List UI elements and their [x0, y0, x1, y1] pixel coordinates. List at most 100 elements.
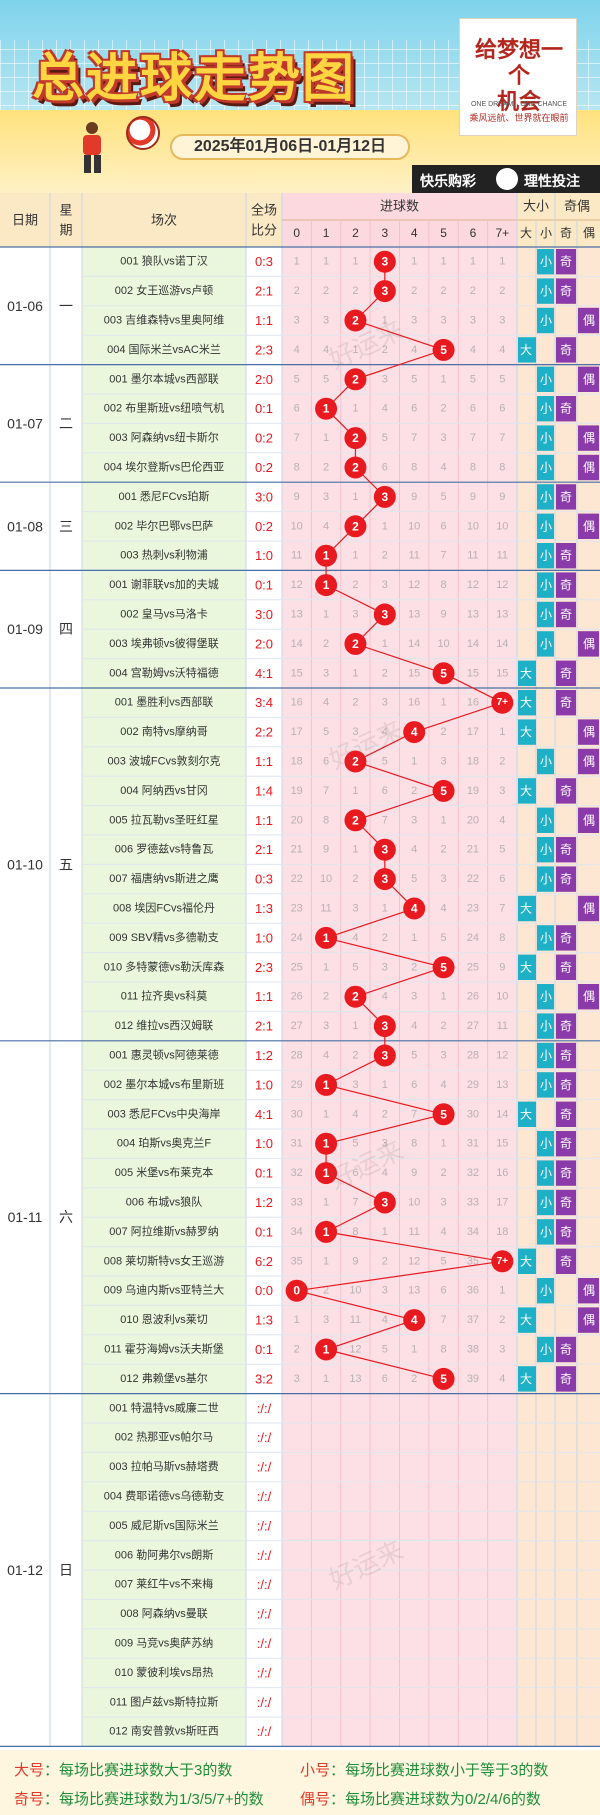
goal-point-label-27: 3 [381, 1049, 388, 1063]
goal-miss-count: 10 [496, 520, 508, 532]
goal-miss-count: 1 [323, 1108, 329, 1120]
brand-right-text: 理性投注 [524, 173, 580, 189]
goal-miss-count: 11 [291, 550, 302, 562]
odd-mark-label: 奇 [560, 843, 572, 857]
goal-miss-count: 2 [499, 756, 505, 768]
goal-miss-count: 13 [291, 609, 303, 621]
table-row-score: 1:1 [255, 754, 273, 769]
goal-miss-count: 10 [408, 520, 420, 532]
goal-miss-count: 14 [467, 638, 479, 650]
goal-miss-count: 2 [323, 285, 329, 297]
table-row-score: 2:0 [255, 636, 273, 651]
goal-miss-count: 2 [470, 285, 476, 297]
goal-miss-count: 1 [323, 961, 329, 973]
small-mark-label: 小 [540, 1166, 552, 1180]
goal-miss-count: 2 [441, 1167, 447, 1179]
odd-mark-label: 奇 [560, 1196, 572, 1210]
goal-point-label-34: 7+ [497, 1256, 509, 1267]
goal-miss-count: 21 [291, 844, 303, 856]
goal-point-label-10: 1 [323, 549, 330, 563]
table-row-match: 010 多特蒙德vs勒沃库森 [104, 959, 224, 973]
header-score-2: 比分 [251, 223, 277, 238]
goal-point-label-3: 5 [440, 343, 447, 357]
table-row-match: 005 威尼斯vs国际米兰 [109, 1519, 218, 1532]
goal-miss-count: 4 [411, 844, 417, 856]
goal-miss-count: 7 [352, 1197, 358, 1209]
table-row-match: 011 拉齐奥vs科莫 [121, 989, 208, 1003]
goal-miss-count: 20 [467, 814, 479, 826]
goal-miss-count: 3 [499, 315, 505, 327]
big-mark-label: 大 [520, 666, 532, 680]
table-row-score: 0:2 [255, 460, 273, 475]
goal-miss-count: 11 [497, 1020, 508, 1032]
big-mark-label: 大 [520, 1313, 532, 1327]
goal-miss-count: 1 [323, 1255, 329, 1267]
odd-mark-label: 奇 [560, 608, 572, 622]
small-mark-label: 小 [540, 1078, 552, 1092]
page-title: 总进球走势图 [32, 49, 357, 109]
table-row-score: :/:/ [257, 1430, 272, 1445]
day-date-0: 01-06 [7, 298, 43, 314]
goal-point-label-36: 4 [411, 1313, 418, 1327]
goal-miss-count: 9 [499, 961, 505, 973]
table-row-score: 0:1 [255, 578, 273, 593]
goal-miss-count: 7 [411, 1108, 417, 1120]
odd-mark-label: 奇 [560, 1372, 572, 1386]
goal-miss-count: 2 [382, 550, 388, 562]
slogan-card: 给梦想一个 机会 ONE DREAM、ONE CHANCE 乘风远航、世界就在眼… [459, 18, 577, 136]
goal-miss-count: 1 [323, 1197, 329, 1209]
goal-miss-count: 9 [323, 844, 329, 856]
header-banner: 总进球走势图 2025年01月06日-01月12日 给梦想一个 机会 ONE D… [0, 0, 600, 193]
goal-miss-count: 27 [467, 1020, 479, 1032]
goal-miss-count: 11 [350, 1314, 361, 1326]
table-row-score: :/:/ [257, 1548, 272, 1563]
goal-miss-count: 12 [291, 579, 303, 591]
goal-miss-count: 3 [323, 315, 329, 327]
even-mark-label: 偶 [583, 755, 595, 769]
goal-miss-count: 3 [382, 961, 388, 973]
small-mark-label: 小 [540, 1225, 552, 1239]
goal-miss-count: 3 [441, 315, 447, 327]
goal-miss-count: 12 [408, 1255, 420, 1267]
small-mark-label: 小 [540, 490, 552, 504]
table-row-match: 005 米堡vs布莱克本 [115, 1165, 213, 1179]
legend-big: 大号：每场比赛进球数大于3的数 [14, 1759, 232, 1780]
goal-miss-count: 2 [441, 844, 447, 856]
goal-miss-count: 34 [467, 1226, 479, 1238]
goal-miss-count: 5 [323, 373, 329, 385]
header-small: 小 [540, 226, 552, 240]
table-row-score: :/:/ [257, 1577, 272, 1592]
goal-miss-count: 4 [352, 1108, 358, 1120]
goal-point-label-24: 5 [440, 960, 447, 974]
odd-mark-label: 奇 [560, 1137, 572, 1151]
goal-miss-count: 12 [408, 579, 420, 591]
header-weekday-1: 星 [59, 203, 72, 218]
goal-miss-count: 5 [411, 1050, 417, 1062]
goal-miss-count: 29 [291, 1079, 303, 1091]
big-mark-label: 大 [520, 1372, 532, 1386]
table-row-score: 0:1 [255, 1224, 273, 1239]
header-bigsmall: 大小 [523, 199, 549, 214]
goal-miss-count: 7 [499, 432, 505, 444]
goal-point-label-11: 1 [323, 578, 330, 592]
goal-miss-count: 14 [408, 638, 420, 650]
day-date-3: 01-09 [7, 621, 43, 637]
goal-miss-count: 18 [496, 1226, 508, 1238]
small-mark-label: 小 [540, 931, 552, 945]
goal-miss-count: 2 [499, 1314, 505, 1326]
goal-miss-count: 5 [441, 491, 447, 503]
goal-miss-count: 29 [467, 1079, 479, 1091]
goal-miss-count: 12 [496, 1050, 508, 1062]
day-date-1: 01-07 [7, 415, 43, 431]
goal-miss-count: 13 [467, 609, 479, 621]
goal-miss-count: 6 [382, 785, 388, 797]
small-mark-label: 小 [540, 461, 552, 475]
goal-miss-count: 9 [441, 609, 447, 621]
goal-miss-count: 9 [411, 491, 417, 503]
goal-miss-count: 1 [352, 550, 358, 562]
small-mark-label: 小 [540, 813, 552, 827]
goal-miss-count: 32 [291, 1167, 303, 1179]
table-row-match: 011 霍芬海姆vs沃夫斯堡 [104, 1342, 224, 1356]
goal-miss-count: 9 [294, 491, 300, 503]
goal-miss-count: 13 [349, 1373, 361, 1385]
